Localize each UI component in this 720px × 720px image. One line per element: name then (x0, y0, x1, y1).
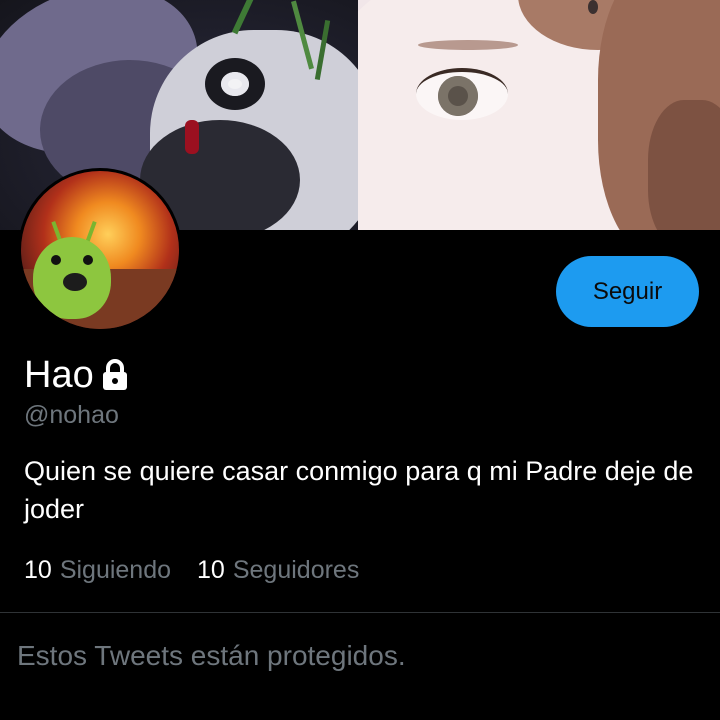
banner-image-right (358, 0, 720, 230)
profile-handle: @nohao (24, 401, 119, 429)
following-count: 10 (24, 556, 52, 584)
profile-bio: Quien se quiere casar conmigo para q mi … (24, 456, 694, 524)
followers-label: Seguidores (232, 556, 360, 584)
following-label: Siguiendo (59, 556, 172, 584)
divider (0, 612, 720, 613)
protected-tweets-message: Estos Tweets están protegidos. (17, 640, 406, 671)
following-stat[interactable]: 10 Siguiendo (24, 556, 171, 585)
profile-name: Hao (24, 353, 94, 396)
profile-stats: 10 Siguiendo 10 Seguidores (24, 556, 359, 585)
followers-count: 10 (197, 556, 225, 584)
avatar[interactable] (18, 168, 182, 332)
followers-stat[interactable]: 10 Seguidores (197, 556, 359, 585)
lock-icon (100, 358, 130, 392)
profile-name-row: Hao (24, 351, 130, 399)
follow-button[interactable]: Seguir (556, 256, 699, 327)
